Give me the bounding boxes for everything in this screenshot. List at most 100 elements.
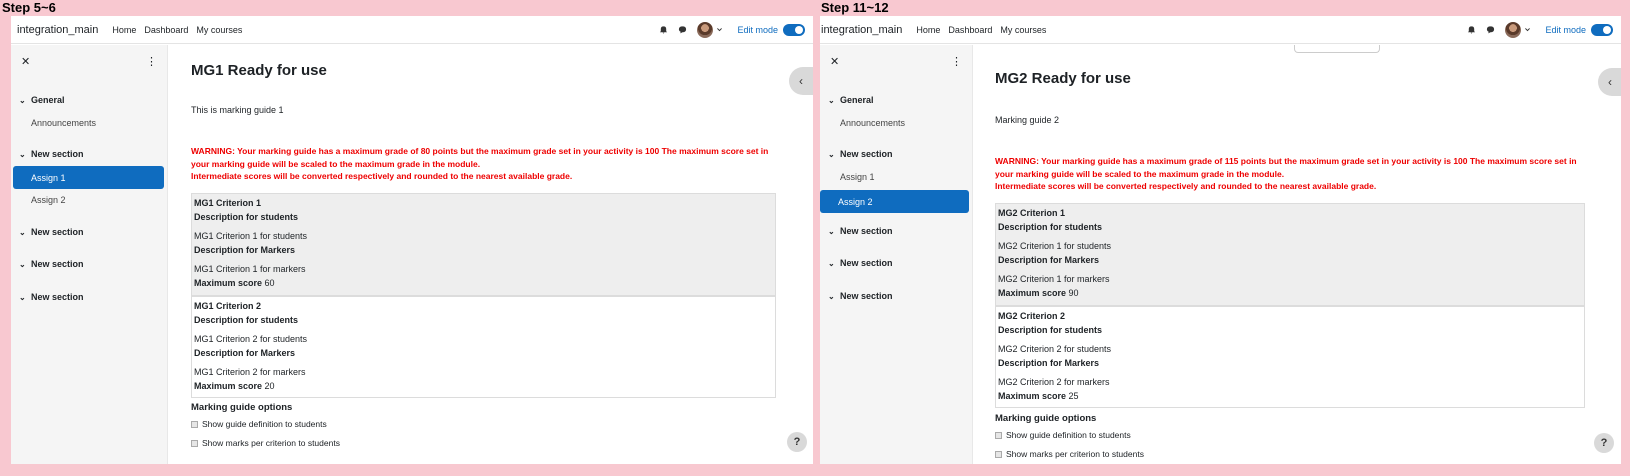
students-description-label: Description for students	[194, 315, 299, 325]
chevron-down-icon: ⌄	[828, 258, 835, 268]
step-label: Step 5~6	[2, 0, 56, 15]
students-description: MG1 Criterion 1 for students	[194, 231, 308, 241]
section-new-section[interactable]: ⌄ New section	[828, 291, 893, 301]
section-new-section[interactable]: ⌄ New section	[19, 149, 84, 159]
nav-my-courses[interactable]: My courses	[1000, 25, 1046, 35]
edit-mode-label: Edit mode	[1545, 24, 1586, 35]
chevron-down-icon[interactable]	[716, 26, 723, 33]
nav-dashboard[interactable]: Dashboard	[948, 25, 992, 35]
markers-description-label: Description for Markers	[998, 255, 1100, 265]
option-show-marks[interactable]: Show marks per criterion to students	[191, 438, 340, 448]
section-new-section[interactable]: ⌄ New section	[828, 149, 893, 159]
section-new-section[interactable]: ⌄ New section	[828, 258, 893, 268]
chevron-down-icon: ⌄	[19, 149, 26, 159]
option-show-guide[interactable]: Show guide definition to students	[995, 430, 1131, 440]
markers-description-label: Description for Markers	[194, 348, 296, 358]
close-icon[interactable]: ✕	[21, 55, 30, 68]
students-description: MG1 Criterion 2 for students	[194, 334, 308, 344]
close-icon[interactable]: ✕	[830, 55, 839, 68]
activity-assign-2[interactable]: Assign 2	[820, 190, 969, 213]
markers-description: MG1 Criterion 2 for markers	[194, 367, 306, 377]
criterion-block: MG2 Criterion 1 Description for students…	[995, 203, 1585, 306]
activity-announcements[interactable]: Announcements	[31, 118, 96, 128]
checkbox[interactable]	[191, 439, 198, 447]
edit-mode-label: Edit mode	[737, 24, 778, 35]
criterion-block: MG1 Criterion 2 Description for students…	[191, 296, 776, 398]
students-description-label: Description for students	[194, 212, 299, 222]
chat-icon[interactable]	[678, 25, 687, 34]
students-description: MG2 Criterion 2 for students	[998, 344, 1112, 354]
markers-description-label: Description for Markers	[998, 358, 1100, 368]
course-index-drawer: ✕ ⋮ ⌄ General Announcements ⌄ New section …	[11, 45, 168, 464]
warning-message: WARNING: Your marking guide has a maximu…	[995, 156, 1577, 191]
checkbox[interactable]	[995, 431, 1002, 439]
criterion-name: MG1 Criterion 1	[194, 198, 262, 208]
chevron-down-icon: ⌄	[19, 292, 26, 302]
screenshot-panel: integration_main Home Dashboard My cours…	[11, 16, 813, 464]
chevron-down-icon: ⌄	[828, 95, 835, 105]
help-button[interactable]: ?	[1594, 433, 1614, 453]
kebab-icon[interactable]: ⋮	[951, 55, 962, 68]
section-new-section[interactable]: ⌄ New section	[828, 226, 893, 236]
section-new-section[interactable]: ⌄ New section	[19, 227, 84, 237]
course-index-drawer: ✕ ⋮ ⌄ General Announcements ⌄ New section …	[820, 45, 973, 464]
option-show-guide[interactable]: Show guide definition to students	[191, 419, 327, 429]
scrolled-element-edge	[1294, 45, 1380, 53]
section-new-section[interactable]: ⌄ New section	[19, 259, 84, 269]
nav-dashboard[interactable]: Dashboard	[144, 25, 188, 35]
warning-message: WARNING: Your marking guide has a maximu…	[191, 146, 769, 181]
students-description: MG2 Criterion 1 for students	[998, 241, 1112, 251]
chevron-down-icon: ⌄	[828, 149, 835, 159]
edit-mode-toggle[interactable]	[1591, 23, 1613, 36]
activity-announcements[interactable]: Announcements	[840, 118, 905, 128]
activity-assign-1[interactable]: Assign 1	[840, 172, 875, 182]
user-avatar[interactable]	[1505, 21, 1522, 38]
guide-description: This is marking guide 1	[191, 105, 284, 115]
chevron-left-icon[interactable]: ‹	[789, 67, 813, 95]
activity-assign-2[interactable]: Assign 2	[31, 195, 66, 205]
students-description-label: Description for students	[998, 222, 1103, 232]
checkbox[interactable]	[191, 420, 198, 428]
chevron-down-icon: ⌄	[828, 226, 835, 236]
top-navbar: integration_main Home Dashboard My cours…	[820, 16, 1621, 44]
chevron-down-icon: ⌄	[19, 95, 26, 105]
help-button[interactable]: ?	[787, 432, 807, 452]
markers-description: MG2 Criterion 2 for markers	[998, 377, 1110, 387]
chat-icon[interactable]	[1486, 25, 1495, 34]
activity-assign-1[interactable]: Assign 1	[13, 166, 164, 189]
nav-my-courses[interactable]: My courses	[196, 25, 242, 35]
options-heading: Marking guide options	[191, 402, 293, 413]
edit-mode-toggle[interactable]	[783, 23, 805, 36]
criterion-name: MG2 Criterion 2	[998, 311, 1066, 321]
bell-icon[interactable]	[1467, 25, 1476, 34]
step-label: Step 11~12	[821, 0, 889, 15]
chevron-left-icon[interactable]: ‹	[1598, 68, 1621, 96]
main-content: MG2 Ready for use Marking guide 2 WARNIN…	[974, 45, 1621, 464]
site-brand[interactable]: integration_main	[820, 24, 902, 36]
option-show-marks[interactable]: Show marks per criterion to students	[995, 449, 1144, 459]
checkbox[interactable]	[995, 450, 1002, 458]
criterion-block: MG2 Criterion 2 Description for students…	[995, 306, 1585, 408]
section-general[interactable]: ⌄ General	[828, 95, 874, 105]
nav-home[interactable]: Home	[916, 25, 940, 35]
section-new-section[interactable]: ⌄ New section	[19, 292, 84, 302]
guide-description: Marking guide 2	[995, 115, 1060, 125]
chevron-down-icon[interactable]	[1524, 26, 1531, 33]
maximum-score: Maximum score 25	[998, 391, 1079, 401]
site-brand[interactable]: integration_main	[11, 24, 98, 36]
options-heading: Marking guide options	[995, 413, 1097, 424]
kebab-icon[interactable]: ⋮	[146, 55, 157, 68]
page-title: MG1 Ready for use	[191, 62, 327, 79]
maximum-score: Maximum score 60	[194, 278, 275, 288]
nav-home[interactable]: Home	[112, 25, 136, 35]
markers-description: MG2 Criterion 1 for markers	[998, 274, 1110, 284]
maximum-score: Maximum score 20	[194, 381, 275, 391]
user-avatar[interactable]	[697, 21, 714, 38]
students-description-label: Description for students	[998, 325, 1103, 335]
bell-icon[interactable]	[659, 25, 668, 34]
maximum-score: Maximum score 90	[998, 288, 1079, 298]
section-general[interactable]: ⌄ General	[19, 95, 65, 105]
main-content: MG1 Ready for use This is marking guide …	[169, 45, 813, 464]
criterion-name: MG1 Criterion 2	[194, 301, 262, 311]
top-navbar: integration_main Home Dashboard My cours…	[11, 16, 813, 44]
